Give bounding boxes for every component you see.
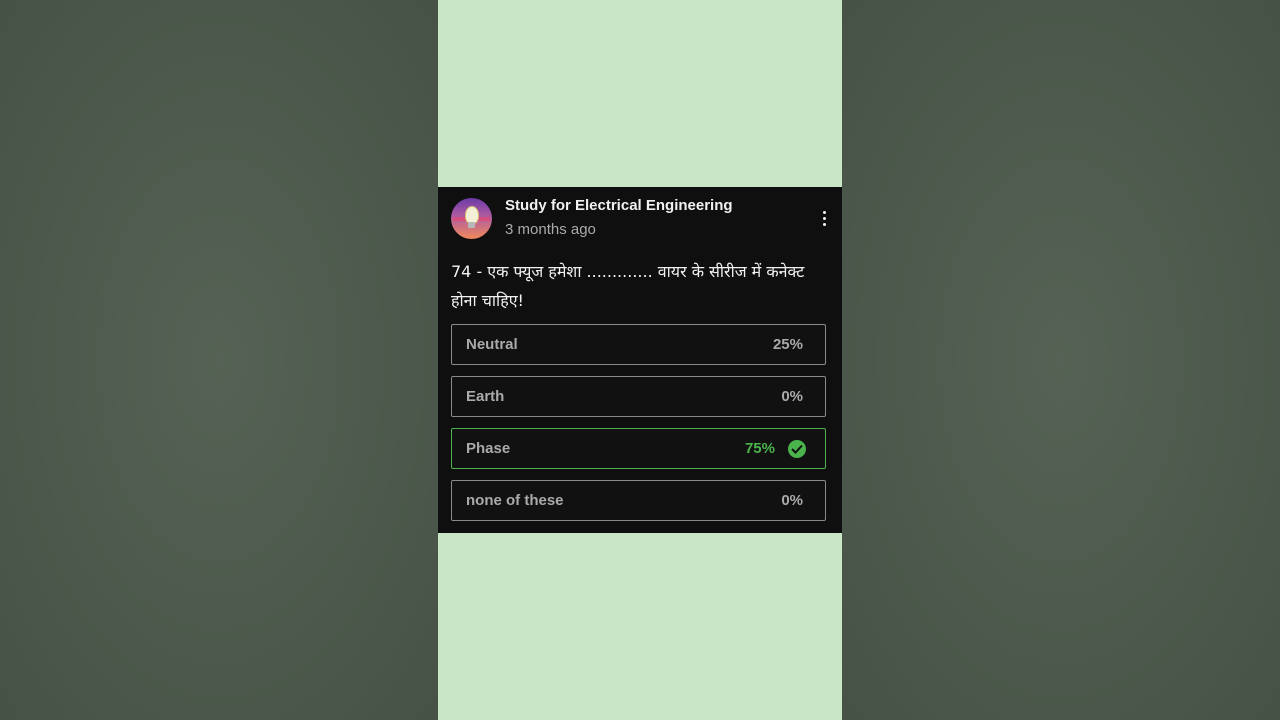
poll-option-neutral[interactable]: Neutral 25%	[451, 324, 826, 365]
poll-option-percent: 25%	[772, 336, 803, 353]
backdrop-right	[842, 0, 1280, 720]
poll-option-label: Earth	[466, 388, 505, 405]
bulb-base	[468, 222, 475, 228]
post-timestamp: 3 months ago	[505, 221, 596, 238]
short-frame: Study for Electrical Engineering 3 month…	[438, 0, 842, 720]
check-circle-icon	[788, 440, 806, 458]
poll-post-card: Study for Electrical Engineering 3 month…	[438, 187, 842, 533]
channel-avatar[interactable]	[451, 198, 492, 239]
poll-option-earth[interactable]: Earth 0%	[451, 376, 826, 417]
poll-option-label: none of these	[466, 492, 564, 509]
poll-option-percent: 75%	[744, 440, 775, 457]
poll-question: 74 - एक फ्यूज हमेशा ............. वायर क…	[451, 262, 805, 310]
poll-option-percent: 0%	[781, 492, 803, 509]
poll-option-label: Neutral	[466, 336, 518, 353]
channel-name[interactable]: Study for Electrical Engineering	[505, 197, 733, 214]
poll-option-phase[interactable]: Phase 75%	[451, 428, 826, 469]
more-vert-icon[interactable]	[814, 207, 834, 229]
backdrop-left	[0, 0, 438, 720]
poll-option-none-of-these[interactable]: none of these 0%	[451, 480, 826, 521]
poll-option-label: Phase	[466, 440, 511, 457]
poll-option-percent: 0%	[781, 388, 803, 405]
